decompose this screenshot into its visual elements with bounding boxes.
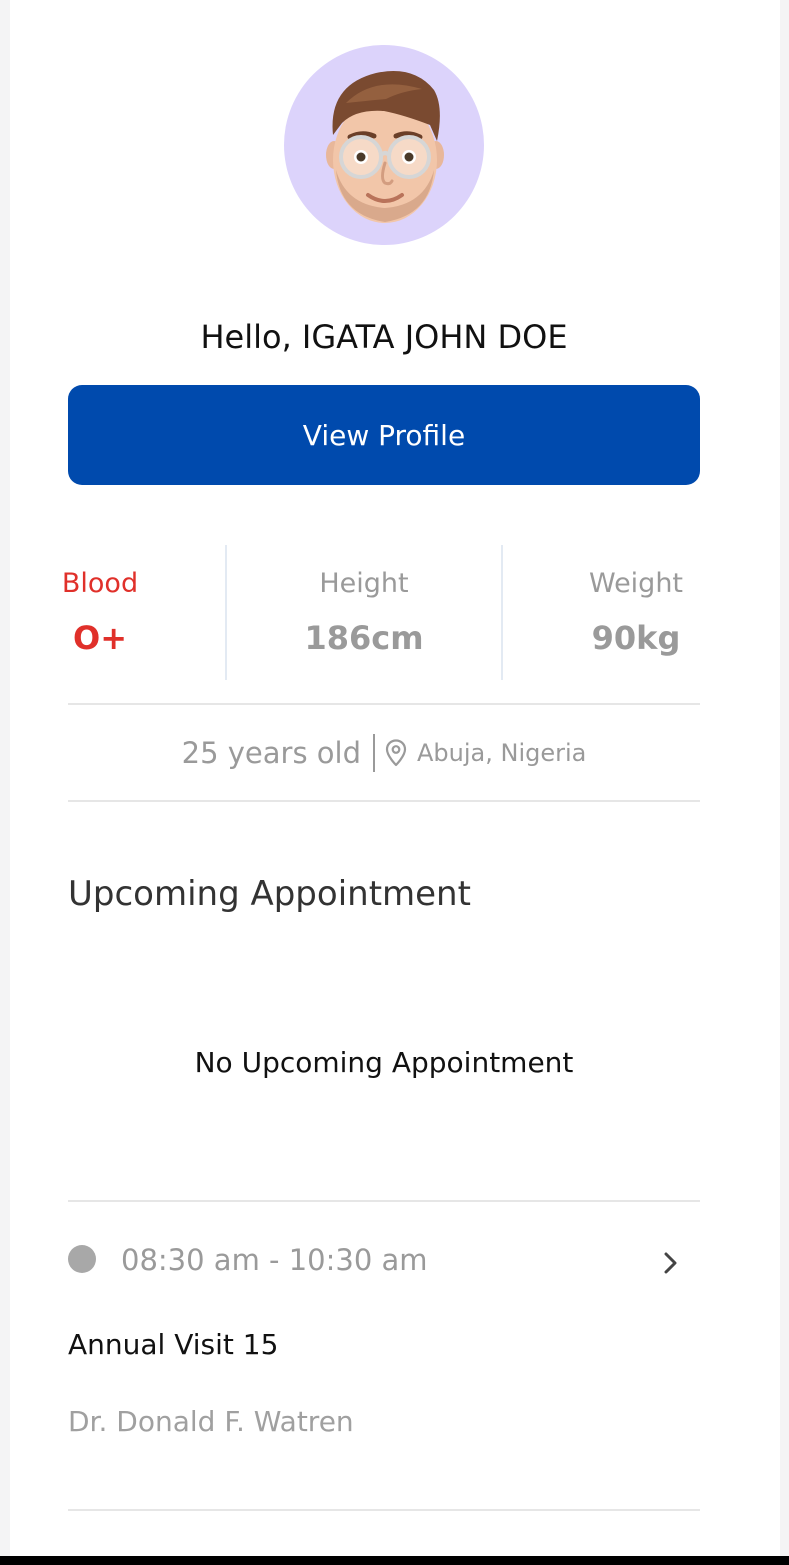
divider xyxy=(68,800,700,802)
avatar xyxy=(284,45,484,245)
map-pin-icon xyxy=(385,739,407,767)
weight-label: Weight xyxy=(588,568,684,599)
appointment-title: Annual Visit 15 xyxy=(68,1328,279,1361)
height-stat: Height 186cm xyxy=(294,566,434,660)
profile-card: Hello, IGATA JOHN DOE View Profile Blood… xyxy=(10,0,780,1556)
bottom-bar xyxy=(0,1556,789,1565)
appointment-doctor: Dr. Donald F. Watren xyxy=(68,1405,354,1438)
blood-label: Blood xyxy=(61,568,139,599)
weight-stat: Weight 90kg xyxy=(580,566,692,660)
appointment-time: 08:30 am - 10:30 am xyxy=(121,1243,428,1277)
view-profile-button[interactable]: View Profile xyxy=(68,385,700,485)
location-text: Abuja, Nigeria xyxy=(417,739,587,767)
age-text: 25 years old xyxy=(181,736,361,770)
divider xyxy=(68,1509,700,1511)
chevron-right-icon[interactable] xyxy=(658,1248,684,1278)
blood-value: O+ xyxy=(72,619,127,657)
section-title: Upcoming Appointment xyxy=(68,874,471,914)
status-dot xyxy=(68,1245,96,1273)
weight-value: 90kg xyxy=(591,619,681,657)
stat-divider xyxy=(501,545,503,680)
info-line: 25 years old Abuja, Nigeria xyxy=(68,733,700,773)
greeting-title: Hello, IGATA JOHN DOE xyxy=(200,318,568,356)
divider xyxy=(68,1200,700,1202)
separator xyxy=(373,734,375,772)
empty-appointments-message: No Upcoming Appointment xyxy=(194,1046,574,1079)
stat-divider xyxy=(225,545,227,680)
memoji-avatar-icon xyxy=(326,71,444,223)
height-value: 186cm xyxy=(304,619,424,657)
blood-stat: Blood O+ xyxy=(58,566,142,660)
height-label: Height xyxy=(319,568,409,599)
divider xyxy=(68,703,700,705)
